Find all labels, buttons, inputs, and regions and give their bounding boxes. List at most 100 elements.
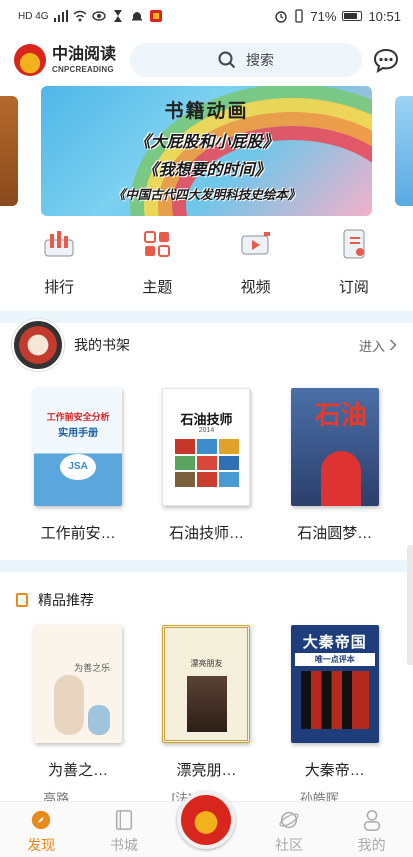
- nav-label: 社区: [275, 837, 304, 853]
- planet-icon: [279, 811, 299, 829]
- signal-icon: [53, 10, 68, 22]
- cover-photo-grid: [175, 439, 240, 487]
- cover-text: 工作前安全分析: [46, 412, 110, 422]
- book-item[interactable]: 为善之乐 为善之… 高路: [23, 625, 133, 807]
- nav-center: [171, 785, 241, 855]
- banner-slide[interactable]: 书籍动画 《大屁股和小屁股》 《我想要的时间》 《中国古代四大发明科技史绘本》: [41, 86, 372, 216]
- book-cover[interactable]: 漂亮朋友: [162, 625, 251, 743]
- bookshelf-title: 我的书架: [74, 337, 130, 353]
- subscribe-icon: [343, 229, 365, 259]
- status-bar: HD 4G 71% 10:51: [0, 0, 413, 32]
- cover-figure: [320, 451, 361, 506]
- category-ranking[interactable]: 排行: [19, 222, 99, 302]
- vibrate-icon: [295, 9, 304, 23]
- status-right: 71% 10:51: [274, 9, 401, 24]
- app-header: 中油阅读 CNPCREADING 搜索: [0, 38, 413, 82]
- book-item[interactable]: 石油 石油圆梦…: [280, 388, 390, 543]
- book-title[interactable]: 大秦帝…: [280, 759, 390, 780]
- book-cover[interactable]: 大秦帝国 唯一点评本: [290, 625, 379, 743]
- nav-label: 发现: [27, 837, 56, 853]
- network-label: HD 4G: [18, 10, 49, 22]
- banner-title: 书籍动画: [164, 101, 249, 122]
- book-title[interactable]: 漂亮朋…: [151, 759, 261, 780]
- cover-text: 大秦帝国: [302, 634, 367, 651]
- category-video[interactable]: 视频: [216, 222, 296, 302]
- cover-figure: [54, 675, 85, 735]
- wifi-icon: [73, 10, 87, 22]
- category-menu: 排行 主题 视频 订阅: [0, 222, 413, 302]
- clock: 10:51: [368, 8, 401, 24]
- cover-text: 为善之乐: [74, 663, 111, 673]
- nav-mine[interactable]: 我的: [337, 808, 407, 855]
- message-icon[interactable]: [373, 47, 399, 73]
- bottom-nav: 发现 书城 社区 我的: [0, 791, 413, 857]
- book-item[interactable]: 大秦帝国 唯一点评本 大秦帝… 孙皓晖: [280, 625, 390, 807]
- battery-icon: [342, 11, 363, 21]
- nav-label: 我的: [357, 837, 386, 853]
- avatar[interactable]: [12, 319, 64, 371]
- category-theme[interactable]: 主题: [117, 222, 197, 302]
- status-left: HD 4G: [18, 10, 163, 22]
- bookshelf-list: 工作前安全分析 实用手册 JSA 工作前安… 石油技师 2014 石油技师… 石…: [0, 388, 413, 543]
- book-item[interactable]: 漂亮朋友 漂亮朋… [法]…: [151, 625, 261, 807]
- enter-label: 进入: [358, 338, 385, 354]
- bookshelf-enter-link[interactable]: 进入: [359, 336, 397, 355]
- nav-community[interactable]: 社区: [254, 808, 324, 855]
- banner-line-2: 《我想要的时间》: [142, 162, 271, 179]
- banner-carousel[interactable]: 书籍动画 《大屁股和小屁股》 《我想要的时间》 《中国古代四大发明科技史绘本》: [0, 86, 413, 216]
- chevron-right-icon: [389, 339, 397, 351]
- book-title[interactable]: 工作前安…: [23, 522, 133, 543]
- book-cover[interactable]: 石油: [290, 388, 379, 506]
- banner-line-3: 《中国古代四大发明科技史绘本》: [112, 188, 301, 202]
- cover-portrait: [187, 676, 228, 732]
- edge-drawer-handle[interactable]: [407, 545, 413, 665]
- category-label: 排行: [44, 279, 75, 296]
- recommend-header: 精品推荐: [0, 588, 413, 612]
- cover-subtext: 实用手册: [58, 428, 99, 439]
- battery-percent: 71%: [310, 8, 337, 24]
- bookshelf-header: 我的书架 进入: [0, 319, 413, 371]
- book-title[interactable]: 石油圆梦…: [280, 522, 390, 543]
- notification-bell-icon: [131, 12, 142, 21]
- book-title[interactable]: 为善之…: [23, 759, 133, 780]
- cover-badge: JSA: [60, 454, 97, 480]
- cnpc-logo-icon: [14, 44, 46, 76]
- category-label: 订阅: [338, 279, 369, 296]
- nav-label: 书城: [109, 837, 138, 853]
- logo-subtitle: CNPCREADING: [52, 64, 114, 74]
- category-subscribe[interactable]: 订阅: [314, 222, 394, 302]
- theme-grid-icon: [144, 231, 171, 257]
- search-bar[interactable]: 搜索: [130, 43, 362, 77]
- book-item[interactable]: 石油技师 2014 石油技师…: [151, 388, 261, 543]
- app-notification-icon: [149, 10, 162, 22]
- nav-discover[interactable]: 发现: [6, 808, 76, 855]
- banner-next-peek[interactable]: [395, 96, 413, 206]
- video-icon: [241, 232, 270, 255]
- search-icon: [218, 51, 236, 69]
- banner-line-1: 《大屁股和小屁股》: [134, 134, 279, 151]
- nav-bookstore[interactable]: 书城: [89, 808, 159, 855]
- cover-text: 漂亮朋友: [190, 659, 223, 668]
- eye-icon: [91, 11, 106, 21]
- center-logo-button[interactable]: [177, 791, 236, 849]
- cover-text: 石油: [314, 400, 367, 430]
- hourglass-icon: [113, 10, 122, 22]
- book-cover[interactable]: 工作前安全分析 实用手册 JSA: [34, 388, 123, 506]
- banner-prev-peek[interactable]: [0, 96, 18, 206]
- book-title[interactable]: 石油技师…: [151, 522, 261, 543]
- app-logo: 中油阅读 CNPCREADING: [14, 44, 122, 76]
- alarm-icon: [275, 11, 288, 23]
- logo-title: 中油阅读: [52, 45, 117, 63]
- book-cover[interactable]: 为善之乐: [34, 625, 123, 743]
- book-cover[interactable]: 石油技师 2014: [162, 388, 251, 506]
- cover-box-set: [300, 671, 369, 729]
- recommend-title: 精品推荐: [38, 592, 94, 608]
- cover-subtext: 唯一点评本: [294, 653, 375, 666]
- person-icon: [363, 810, 380, 831]
- cover-subtext: 2014: [198, 427, 215, 434]
- category-label: 主题: [142, 279, 173, 296]
- book-icon: [115, 810, 132, 830]
- book-item[interactable]: 工作前安全分析 实用手册 JSA 工作前安…: [23, 388, 133, 543]
- cover-figure: [88, 705, 111, 735]
- recommend-list: 为善之乐 为善之… 高路 漂亮朋友 漂亮朋… [法]… 大秦帝国 唯一点评本 大…: [0, 625, 413, 807]
